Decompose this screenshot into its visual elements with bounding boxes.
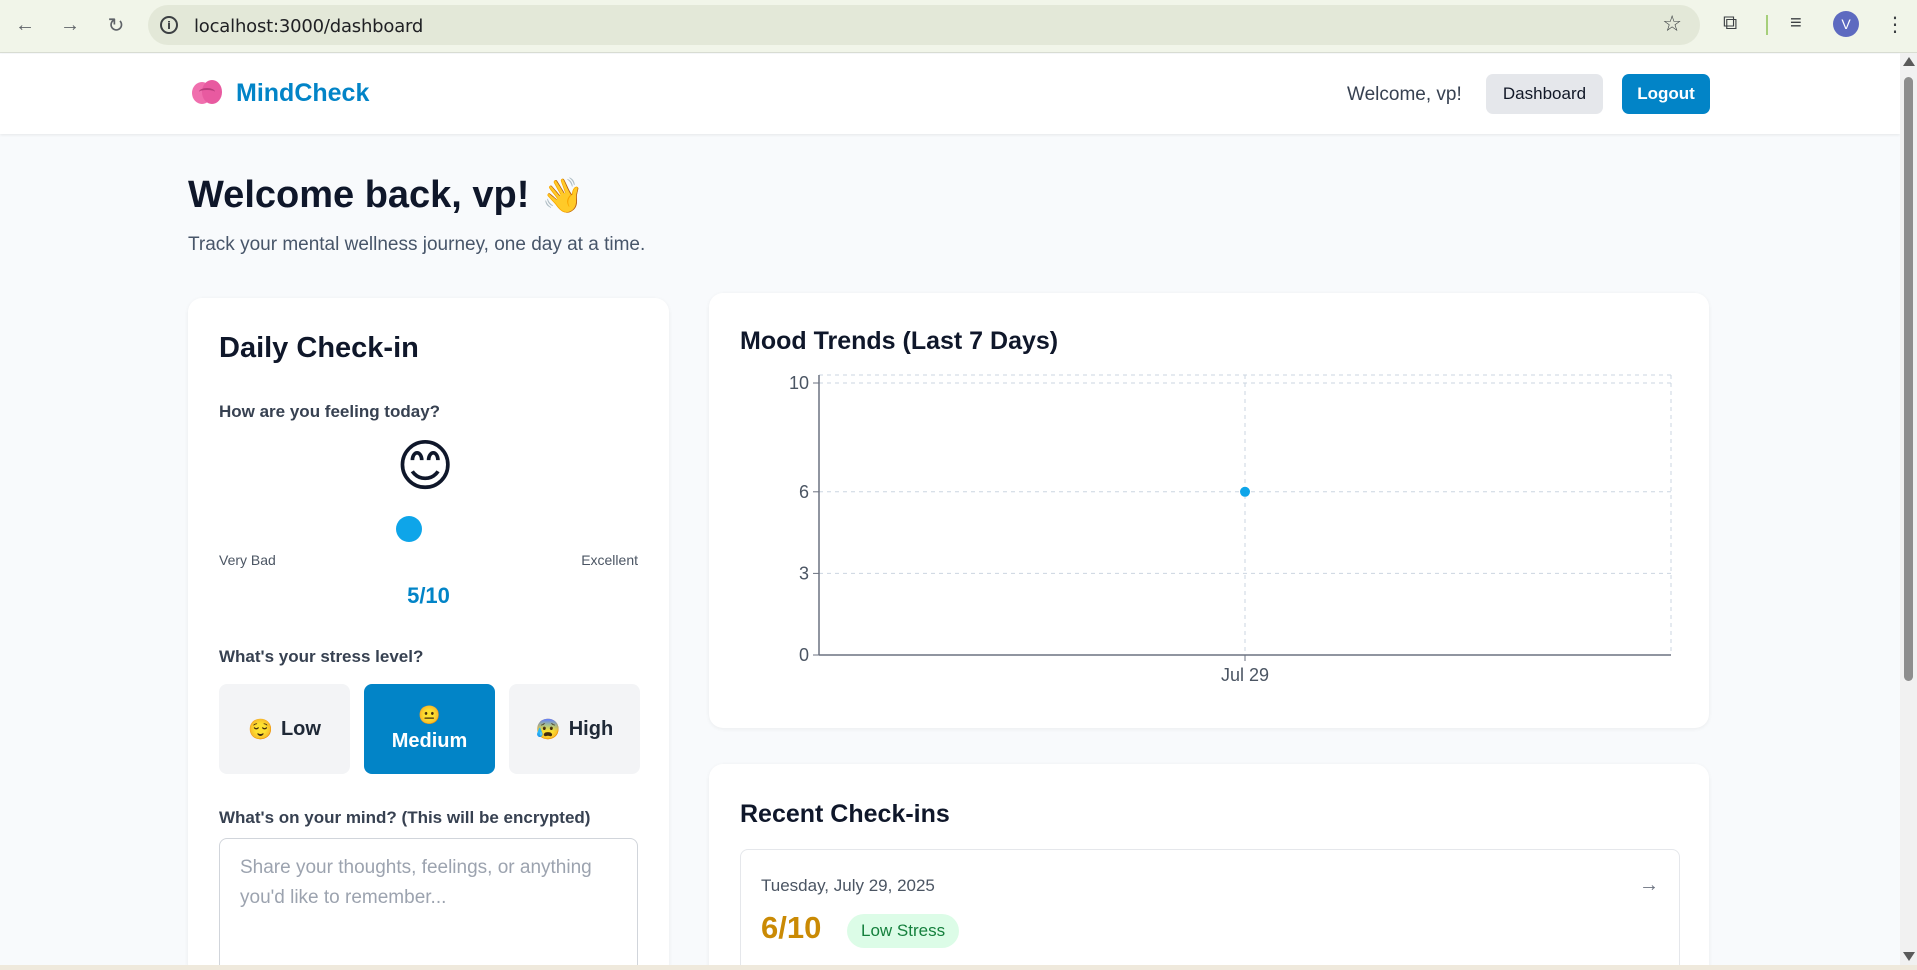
address-bar[interactable]: i localhost:3000/dashboard ☆ [148,5,1700,45]
y-tick-label: 10 [789,373,809,393]
window-bottom-edge [0,965,1917,970]
waving-hand-icon: 👋 [541,176,584,215]
y-tick-label: 6 [799,482,809,502]
page-title-text: Welcome back, vp! [188,174,530,216]
dashboard-button[interactable]: Dashboard [1486,74,1603,114]
toolbar-separator [1766,15,1768,35]
browser-menu-icon[interactable]: ⋮ [1885,12,1905,37]
stress-low-button[interactable]: 😌 Low [219,684,350,774]
stress-medium-label: Medium [391,730,468,752]
page-title: Welcome back, vp! 👋 [188,174,584,217]
url-text[interactable]: localhost:3000/dashboard [194,16,423,37]
browser-toolbar: ← → ↻ i localhost:3000/dashboard ☆ ⧉ ≡ V… [0,0,1917,53]
neutral-face-icon: 😐 [418,705,441,725]
y-tick-label: 0 [799,645,809,665]
site-info-icon[interactable]: i [160,16,178,34]
mood-scale-high: Excellent [581,552,638,568]
mood-scale-low: Very Bad [219,552,276,568]
page-scrollbar[interactable] [1900,53,1917,965]
scroll-down-icon[interactable] [1903,952,1915,961]
brand-name: MindCheck [236,78,370,107]
x-tick-label: Jul 29 [1221,665,1269,685]
bookmark-star-icon[interactable]: ☆ [1662,11,1682,37]
brain-icon [190,78,224,108]
profile-avatar[interactable]: V [1833,11,1859,37]
extensions-icon[interactable]: ⧉ [1723,12,1737,35]
stress-question: What's your stress level? [219,647,424,666]
chart-ticks: 0 3 6 10 Jul 29 [789,373,1269,685]
media-controls-icon[interactable]: ≡ [1790,12,1802,35]
journal-textarea[interactable] [219,838,638,970]
daily-checkin-card: Daily Check-in How are you feeling today… [188,298,669,970]
back-icon[interactable]: ← [10,10,40,40]
checkin-score: 6/10 [761,910,822,945]
stress-badge: Low Stress [847,914,960,948]
mood-trends-card: Mood Trends (Last 7 Days) 0 3 6 10 Jul 29 [709,293,1709,728]
relieved-face-icon: 😌 [248,718,273,741]
forward-icon[interactable]: → [55,10,85,40]
reload-icon[interactable]: ↻ [101,10,131,40]
recent-title: Recent Check-ins [740,800,950,828]
stress-medium-button[interactable]: 😐 Medium [364,684,495,774]
mind-question: What's on your mind? (This will be encry… [219,808,591,827]
stress-high-label: High [568,717,614,740]
mood-trend-chart: 0 3 6 10 Jul 29 [789,373,1672,685]
checkin-date: Tuesday, July 29, 2025 [761,876,935,895]
logout-button[interactable]: Logout [1622,74,1710,114]
recent-checkin-item[interactable]: Tuesday, July 29, 2025 6/10 Low Stress → [740,849,1680,970]
recent-checkins-card: Recent Check-ins Tuesday, July 29, 2025 … [709,764,1709,970]
scroll-up-icon[interactable] [1903,57,1915,66]
stress-low-label: Low [280,717,321,740]
arrow-right-icon[interactable]: → [1639,874,1659,897]
mood-slider[interactable] [219,526,638,530]
brand[interactable]: MindCheck [190,78,369,108]
stress-high-button[interactable]: 😰 High [509,684,640,774]
mood-question: How are you feeling today? [219,402,441,421]
scrollbar-thumb[interactable] [1904,77,1913,681]
y-tick-label: 3 [799,563,809,583]
chart-points [1240,486,1250,497]
mood-data-point [1240,486,1250,497]
welcome-text: Welcome, vp! [1347,84,1462,105]
chart-grid [819,374,1672,655]
checkin-title: Daily Check-in [219,332,419,364]
page-subtitle: Track your mental wellness journey, one … [188,234,646,255]
mood-slider-thumb[interactable] [396,516,422,542]
smiling-face-icon: 😊 [396,434,455,497]
app-header: MindCheck Welcome, vp! Dashboard Logout [0,54,1900,134]
anxious-face-icon: 😰 [535,718,561,741]
mood-value: 5/10 [407,583,450,608]
